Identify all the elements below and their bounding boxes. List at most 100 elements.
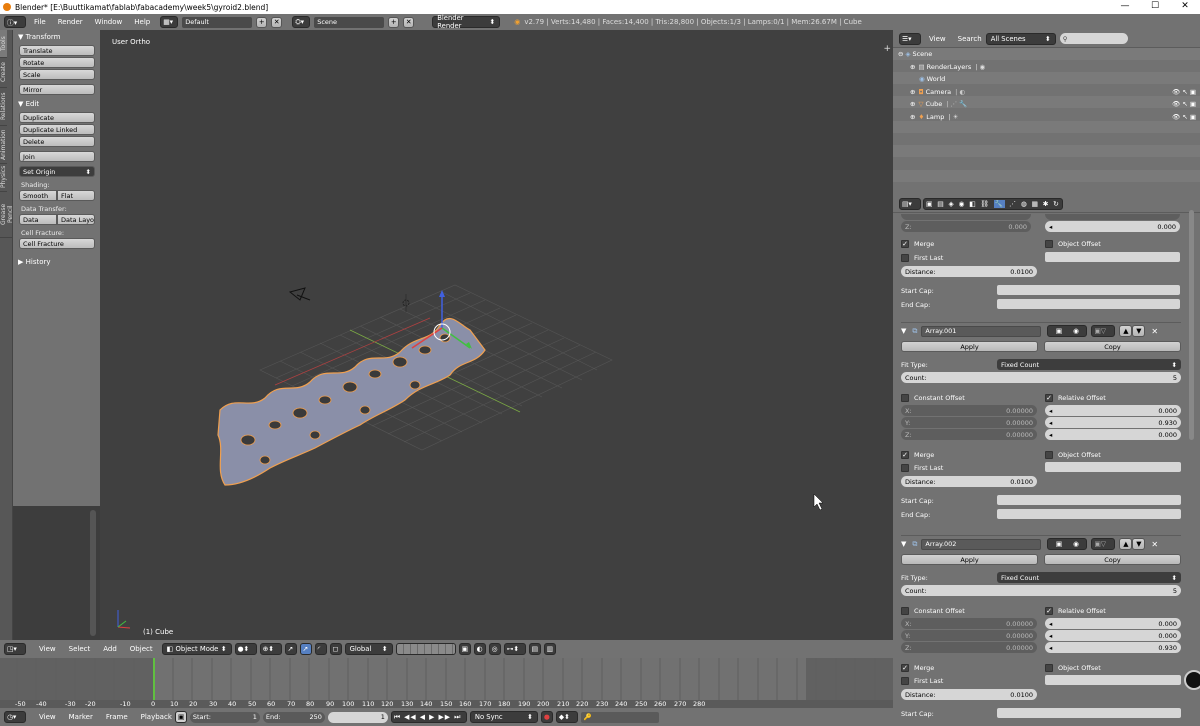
snap-icon[interactable]: ⊶⬍ — [503, 643, 526, 655]
remove-layout-button[interactable]: ✕ — [271, 16, 283, 28]
editor-type-timeline-button[interactable]: ◷▾ — [4, 711, 26, 723]
editmode-toggle-icon[interactable]: ▣▽ — [1091, 538, 1116, 550]
navigation-widget[interactable] — [1184, 670, 1200, 690]
translate-button[interactable]: Translate — [19, 45, 95, 56]
tab-tools[interactable]: Tools — [0, 30, 7, 58]
maximize-button[interactable]: ☐ — [1140, 0, 1170, 14]
editor-type-properties-button[interactable]: ▤▾ — [899, 198, 921, 210]
collapse-arrow-icon[interactable]: ▼ — [901, 540, 906, 548]
relative-y-field[interactable]: ◂ 0.930 — [1045, 417, 1181, 428]
duplicate-linked-button[interactable]: Duplicate Linked — [19, 124, 95, 135]
constant-x-field[interactable]: X: 0.00000 — [901, 405, 1037, 416]
end-cap-field[interactable] — [997, 509, 1181, 519]
object-offset-checkbox[interactable]: Object Offset — [1045, 238, 1101, 249]
modifier-visibility-toggles[interactable]: ▣ ◉ — [1047, 325, 1088, 337]
current-frame-indicator[interactable] — [153, 658, 155, 700]
data-button[interactable]: Data — [19, 214, 57, 225]
menu-add[interactable]: Add — [103, 645, 117, 653]
start-cap-field[interactable] — [997, 708, 1181, 718]
merge-checkbox[interactable]: ✓ Merge — [901, 238, 934, 249]
manipulator-toggle-icon[interactable]: ↗ — [284, 643, 297, 655]
scale-manipulator-icon[interactable]: ◻ — [329, 643, 342, 655]
outliner-search-input[interactable]: ⚲ — [1059, 33, 1128, 44]
minimize-button[interactable]: — — [1110, 0, 1140, 14]
keying-set-field[interactable]: 🔑 — [580, 711, 659, 723]
visibility-icons[interactable]: 👁 ↖ ▣ — [1172, 100, 1196, 108]
join-button[interactable]: Join — [19, 151, 95, 162]
start-cap-field[interactable] — [997, 285, 1180, 295]
constant-y-field[interactable]: Y: 0.00000 — [901, 630, 1037, 641]
constant-z-field[interactable]: Z: 0.00000 — [901, 429, 1037, 440]
distance-field[interactable]: Distance: 0.0100 — [901, 476, 1037, 487]
keying-icon[interactable]: ◆⬍ — [555, 711, 578, 723]
relative-x-field[interactable]: ◂ 0.000 — [1045, 405, 1181, 416]
add-layout-button[interactable]: + — [256, 16, 268, 28]
object-offset-checkbox[interactable]: Object Offset — [1045, 449, 1101, 460]
relative-z-field[interactable]: ◂ 0.930 — [1045, 642, 1181, 653]
outliner-item-scene[interactable]: ⊖ ◈ Scene — [893, 48, 1200, 61]
tab-physics[interactable]: Physics — [0, 164, 7, 192]
count-field[interactable]: Count: 5 — [901, 585, 1181, 596]
pivot-point-icon[interactable]: ⊕⬍ — [259, 643, 282, 655]
outliner-item-renderlayers[interactable]: ⊕ ▤ RenderLayers | ◉ — [893, 61, 1200, 74]
mirror-button[interactable]: Mirror — [19, 84, 95, 95]
first-last-checkbox[interactable]: First Last — [901, 462, 943, 473]
transform-orientation-select[interactable]: Global ⬍ — [344, 643, 393, 655]
collapse-arrow-icon[interactable]: ▼ — [901, 327, 906, 335]
modifier-name-field[interactable]: Array.002 — [921, 538, 1042, 550]
constant-offset-checkbox[interactable]: Constant Offset — [901, 605, 965, 616]
timeline-ruler[interactable]: -50 -40 -30 -20 -10 0 10 20 30 40 50 60 70 80 90 100 110… — [0, 700, 893, 708]
tab-relations[interactable]: Relations — [0, 88, 7, 126]
edit-panel-header[interactable]: ▼ Edit — [13, 97, 100, 110]
fit-type-select[interactable]: Fixed Count ⬍ — [997, 572, 1181, 583]
preview-range-icon[interactable]: ▣ — [174, 711, 187, 723]
set-origin-menu[interactable]: Set Origin ⬍ — [19, 166, 95, 177]
start-cap-field[interactable] — [997, 495, 1181, 505]
menu-select[interactable]: Select — [69, 645, 91, 653]
merge-checkbox[interactable]: ✓ Merge — [901, 662, 934, 673]
outliner-item-cube[interactable]: ⊕ ▽ Cube | ⋰ 🔧 👁 ↖ ▣ — [893, 98, 1200, 111]
translate-manipulator-icon[interactable]: ↗ — [299, 643, 312, 655]
cell-fracture-button[interactable]: Cell Fracture — [19, 238, 95, 249]
apply-button[interactable]: Apply — [901, 341, 1038, 352]
object-mode-select[interactable]: ◧ Object Mode ⬍ — [161, 643, 232, 655]
transform-panel-header[interactable]: ▼ Transform — [13, 30, 100, 43]
offset-object-field[interactable] — [1045, 462, 1181, 472]
layout-name-field[interactable]: Default — [182, 16, 253, 28]
constant-y-field[interactable]: Y: 0.00000 — [901, 417, 1037, 428]
menu-view[interactable]: View — [39, 645, 56, 653]
tab-create[interactable]: Create — [0, 58, 7, 88]
3d-viewport[interactable]: User Ortho (1) Cube + — [100, 30, 893, 640]
layer-buttons[interactable] — [395, 643, 456, 655]
distance-field[interactable]: Distance: 0.0100 — [901, 266, 1037, 277]
outliner-item-world[interactable]: ◉ World — [893, 73, 1200, 86]
outliner-display-mode-select[interactable]: All Scenes ⬍ — [985, 32, 1056, 45]
playback-controls[interactable]: ⏮ ◀◀ ◀ ▶ ▶▶ ⏭ — [390, 711, 467, 723]
rotate-manipulator-icon[interactable]: ◜ — [314, 643, 327, 655]
toolshelf-scrollbar[interactable] — [90, 510, 96, 636]
delete-button[interactable]: Delete — [19, 136, 95, 147]
menu-playback[interactable]: Playback — [141, 713, 172, 721]
rotate-button[interactable]: Rotate — [19, 57, 95, 68]
modifier-name-field[interactable]: Array.001 — [921, 325, 1042, 337]
apply-button[interactable]: Apply — [901, 554, 1038, 565]
remove-scene-button[interactable]: ✕ — [403, 16, 415, 28]
first-last-checkbox[interactable]: First Last — [901, 252, 943, 263]
lock-layers-icon[interactable]: ▣ — [458, 643, 471, 655]
first-last-checkbox[interactable]: First Last — [901, 675, 943, 686]
distance-field[interactable]: Distance: 0.0100 — [901, 689, 1037, 700]
editmode-toggle-icon[interactable]: ▣▽ — [1091, 325, 1116, 337]
outliner-search-menu[interactable]: Search — [958, 35, 982, 43]
timeline[interactable]: -50 -40 -30 -20 -10 0 10 20 30 40 50 60 70 80 90 100 110… — [0, 658, 893, 708]
render-anim-icon[interactable]: ▥ — [543, 643, 556, 655]
relative-y-field[interactable]: ◂ 0.000 — [1045, 630, 1181, 641]
menu-help[interactable]: Help — [134, 18, 150, 26]
duplicate-button[interactable]: Duplicate — [19, 112, 95, 123]
relative-z-field[interactable]: ◂ 0.000 — [1045, 429, 1181, 440]
relative-y-field-partial[interactable] — [1045, 214, 1180, 220]
constant-z-field[interactable]: Z: 0.000 — [901, 221, 1031, 232]
move-up-button[interactable]: ▲ — [1119, 325, 1133, 337]
count-field[interactable]: Count: 5 — [901, 372, 1181, 383]
tab-animation[interactable]: Animation — [0, 126, 7, 164]
editor-type-outliner-button[interactable]: ☰▾ — [899, 32, 921, 45]
